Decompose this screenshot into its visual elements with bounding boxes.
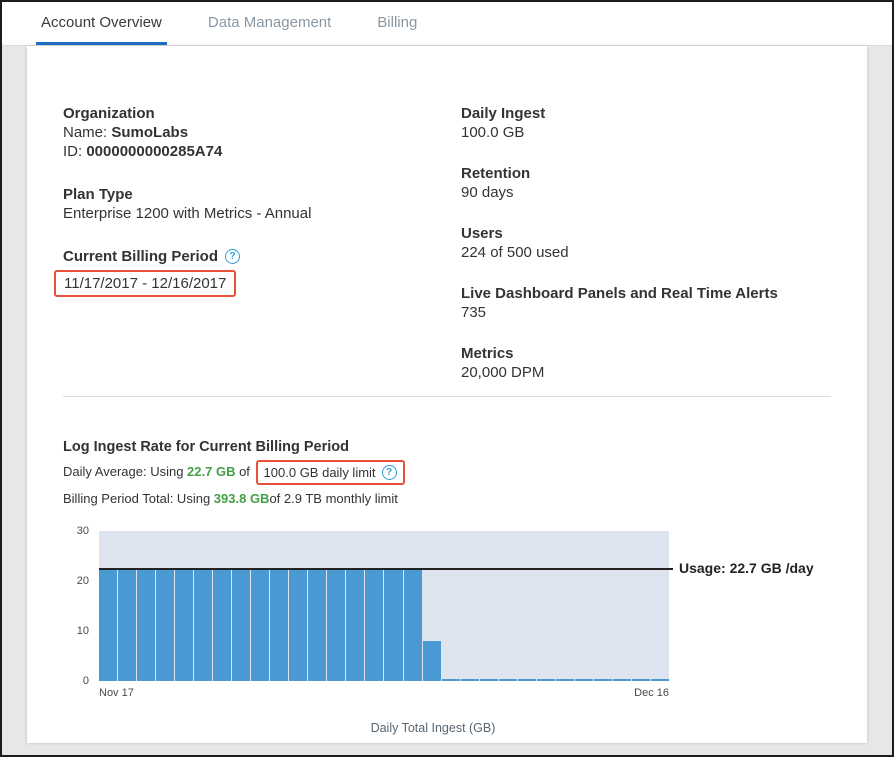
ingest-bar [651,679,669,681]
ingest-chart: 30 20 10 0 Usage: 22.7 GB /day Nov 17 De… [63,531,831,699]
ingest-bar [518,679,536,681]
account-overview-panel: Organization Name: SumoLabs ID: 00000000… [27,46,867,743]
daily-average-line: Daily Average: Using 22.7 GB of 100.0 GB… [63,460,831,485]
stat-value: 20,000 DPM [461,363,831,382]
ingest-bar [175,568,193,682]
ingest-bar [556,679,574,681]
tab-account-overview[interactable]: Account Overview [36,2,167,45]
billing-period-highlight: 11/17/2017 - 12/16/2017 [54,270,236,297]
ingest-bar [346,568,364,682]
ingest-bar [594,679,612,681]
stat-live-dashboard-panels: Live Dashboard Panels and Real Time Aler… [461,284,831,322]
daily-average-mid: of [235,464,253,479]
billing-total-used: 393.8 GB [214,491,270,506]
stat-value: 100.0 GB [461,123,831,142]
organization-block: Organization Name: SumoLabs ID: 00000000… [63,104,461,161]
ingest-bar [289,568,307,682]
ingest-bar [632,679,650,681]
organization-name: Name: SumoLabs [63,123,461,142]
y-tick-30: 30 [77,525,89,537]
tab-bar: Account Overview Data Management Billing [2,2,892,46]
daily-average-used: 22.7 GB [187,464,235,479]
ingest-bar [404,568,422,682]
daily-average-prefix: Daily Average: Using [63,464,187,479]
account-info-grid: Organization Name: SumoLabs ID: 00000000… [63,104,831,382]
billing-period-total-line: Billing Period Total: Using 393.8 GBof 2… [63,490,831,507]
ingest-bar [232,568,250,682]
ingest-bar [613,679,631,681]
billing-period-heading: Current Billing Period [63,247,218,266]
bars-container [99,531,669,681]
billing-total-prefix: Billing Period Total: Using [63,491,214,506]
stat-retention: Retention 90 days [461,164,831,202]
stat-heading: Daily Ingest [461,104,831,123]
y-axis: 30 20 10 0 [63,531,99,681]
y-tick-10: 10 [77,625,89,637]
billing-total-rest: of 2.9 TB monthly limit [269,491,397,506]
stat-heading: Retention [461,164,831,183]
ingest-bar [156,568,174,682]
ingest-bar [137,568,155,682]
plot-area: Usage: 22.7 GB /day [99,531,669,681]
daily-limit-highlight: 100.0 GB daily limit? [256,460,405,485]
stat-heading: Metrics [461,344,831,363]
ingest-section-title: Log Ingest Rate for Current Billing Peri… [63,439,831,455]
ingest-bar [327,568,345,682]
ingest-bar [480,679,498,681]
app-window: Account Overview Data Management Billing… [0,0,894,757]
billing-period-value: 11/17/2017 - 12/16/2017 [64,275,226,292]
organization-id-label: ID: [63,143,86,160]
organization-id: ID: 0000000000285A74 [63,142,461,161]
x-axis-start-label: Nov 17 [99,687,134,699]
ingest-bar [461,679,479,681]
ingest-bar [423,641,441,681]
ingest-bar [537,679,555,681]
ingest-bar [213,568,231,682]
tab-data-management[interactable]: Data Management [203,2,336,45]
stat-users: Users 224 of 500 used [461,224,831,262]
ingest-bar [365,568,383,682]
usage-line-label: Usage: 22.7 GB /day [679,560,814,576]
stat-metrics: Metrics 20,000 DPM [461,344,831,382]
organization-name-label: Name: [63,124,111,141]
ingest-bar [270,568,288,682]
ingest-bar [442,679,460,681]
x-axis-end-label: Dec 16 [634,687,669,699]
plan-type-block: Plan Type Enterprise 1200 with Metrics -… [63,185,461,223]
ingest-bar [251,568,269,682]
stat-daily-ingest: Daily Ingest 100.0 GB [461,104,831,142]
billing-period-block: Current Billing Period ? 11/17/2017 - 12… [63,247,461,297]
x-axis: Nov 17 Dec 16 [99,687,669,699]
stat-value: 224 of 500 used [461,243,831,262]
plot-area-wrap: Usage: 22.7 GB /day Nov 17 Dec 16 [99,531,669,699]
y-tick-0: 0 [83,675,89,687]
ingest-bar [499,679,517,681]
ingest-bar [194,568,212,682]
help-icon[interactable]: ? [382,465,397,480]
usage-limit-line [99,568,673,570]
organization-name-value: SumoLabs [111,124,188,141]
y-tick-20: 20 [77,575,89,587]
ingest-bar [308,568,326,682]
organization-heading: Organization [63,104,461,123]
plan-type-value: Enterprise 1200 with Metrics - Annual [63,204,461,223]
help-icon[interactable]: ? [225,249,240,264]
organization-id-value: 0000000000285A74 [86,143,222,160]
chart-caption: Daily Total Ingest (GB) [63,721,803,735]
account-info-right-column: Daily Ingest 100.0 GB Retention 90 days … [461,104,831,382]
account-info-left-column: Organization Name: SumoLabs ID: 00000000… [63,104,461,382]
ingest-bar [118,568,136,682]
daily-limit-text: 100.0 GB daily limit [264,464,376,481]
ingest-bar [99,568,117,682]
plan-type-heading: Plan Type [63,185,461,204]
ingest-bar [575,679,593,681]
stat-value: 735 [461,303,831,322]
section-divider [63,396,831,397]
stat-heading: Live Dashboard Panels and Real Time Aler… [461,284,831,303]
stat-heading: Users [461,224,831,243]
stat-value: 90 days [461,183,831,202]
tab-billing[interactable]: Billing [372,2,422,45]
ingest-bar [384,568,402,682]
